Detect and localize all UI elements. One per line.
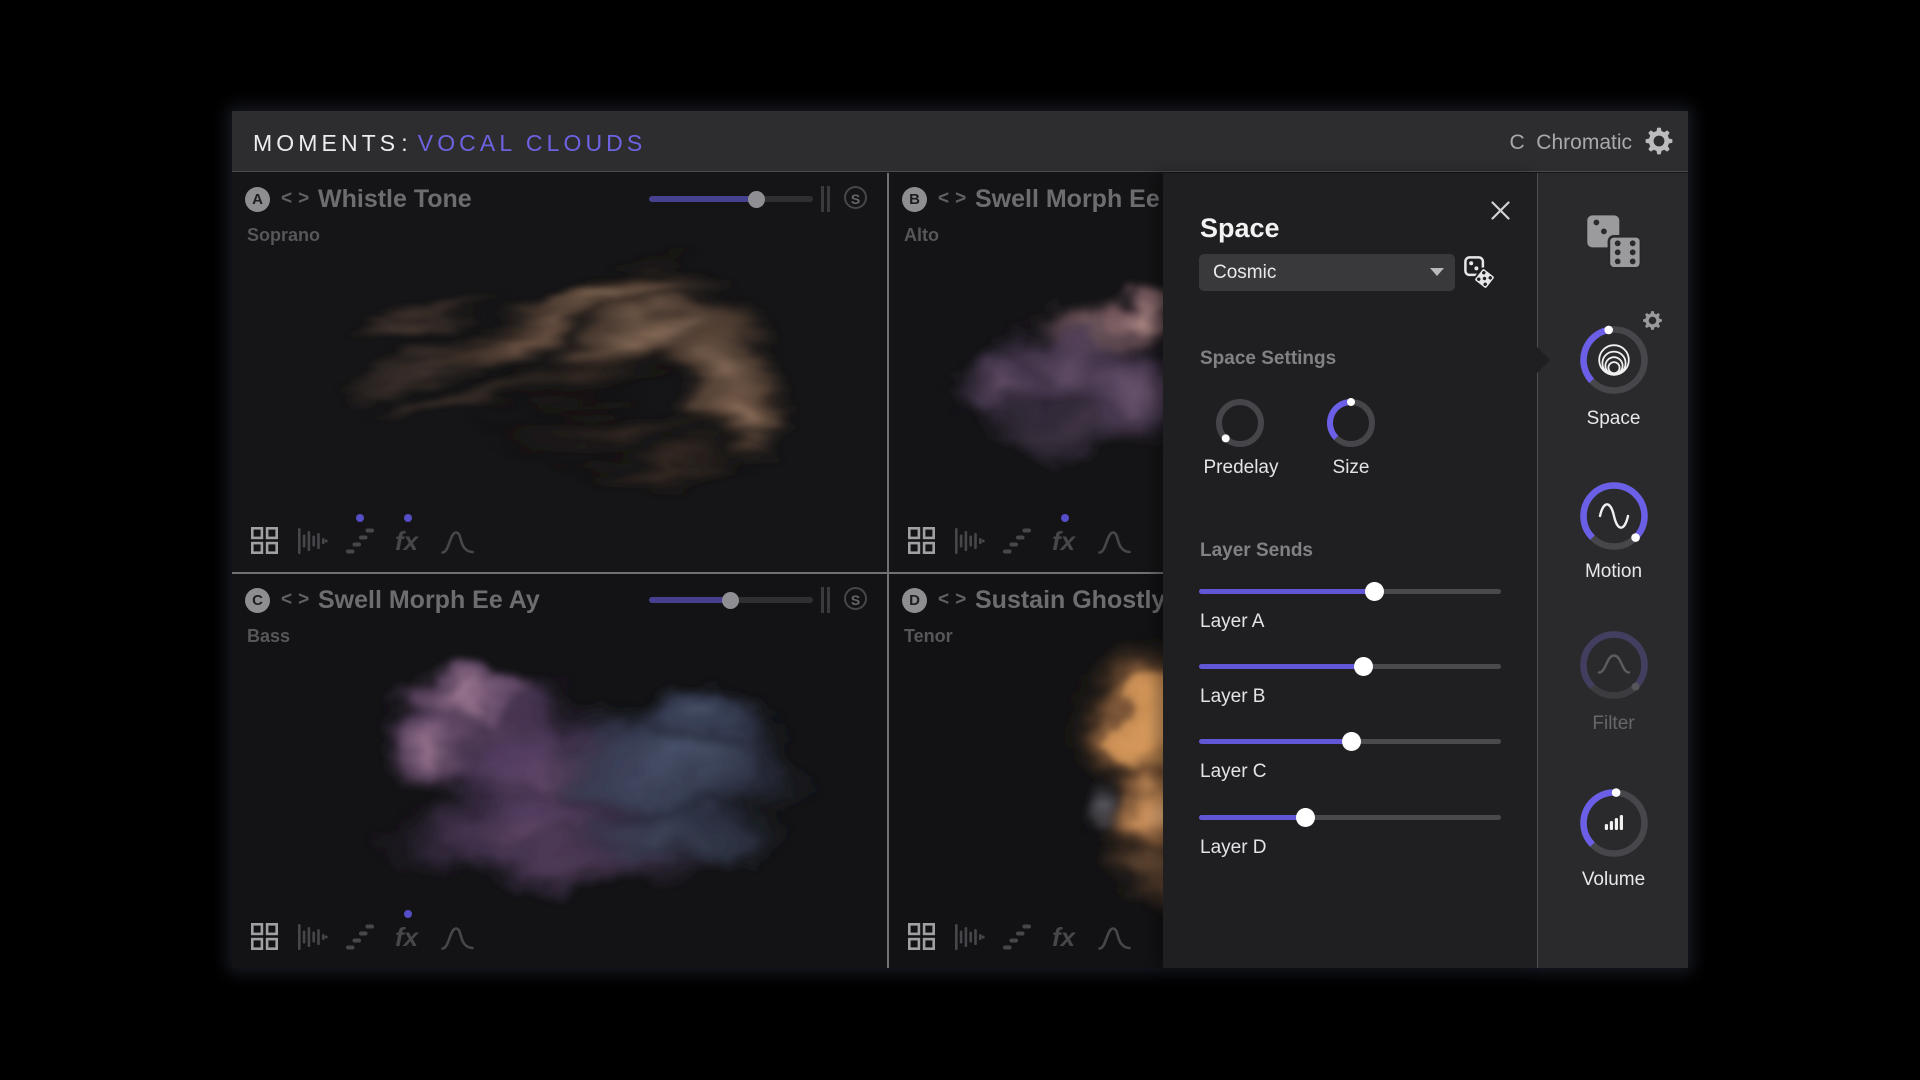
svg-text:fx: fx (395, 526, 420, 556)
svg-text:fx: fx (1052, 922, 1077, 952)
svg-text:fx: fx (1052, 526, 1077, 556)
svg-text:fx: fx (395, 922, 420, 952)
